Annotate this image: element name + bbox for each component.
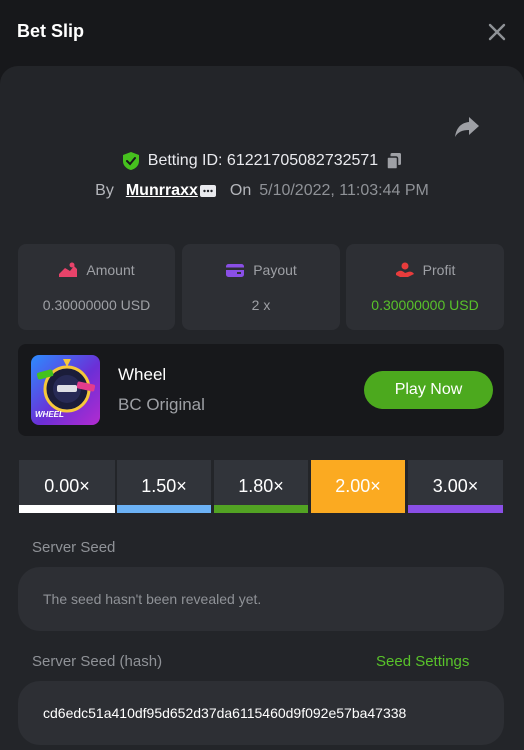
multiplier-1[interactable]: 1.50× <box>117 460 211 513</box>
game-card: WHEEL Wheel BC Original Play Now <box>18 344 504 436</box>
multiplier-color-bar <box>214 505 308 513</box>
multiplier-label: 1.80× <box>238 476 284 496</box>
multiplier-color-bar <box>408 505 503 513</box>
profit-value: 0.30000000 USD <box>371 297 479 313</box>
payout-card-icon <box>226 264 245 277</box>
multiplier-color-bar <box>117 505 211 513</box>
close-icon[interactable] <box>487 22 507 42</box>
seed-settings-link[interactable]: Seed Settings <box>376 653 469 670</box>
server-seed-label: Server Seed <box>32 539 116 556</box>
payout-value: 2 x <box>251 297 271 313</box>
by-label: By <box>95 182 114 199</box>
amount-label: Amount <box>86 262 135 278</box>
bet-slip-title: Bet Slip <box>17 21 85 41</box>
server-seed-field[interactable]: The seed hasn't been revealed yet. <box>18 567 504 631</box>
profit-card: Profit 0.30000000 USD <box>346 244 504 330</box>
bet-meta-row: By Munrraxx On 5/10/2022, 11:03:44 PM <box>0 180 524 202</box>
on-label: On <box>229 182 252 199</box>
multiplier-label: 1.50× <box>141 476 187 496</box>
play-now-button[interactable]: Play Now <box>364 371 493 409</box>
multiplier-0[interactable]: 0.00× <box>19 460 115 513</box>
betting-id: Betting ID: 6122170508273257​1 <box>147 152 379 169</box>
wheel-thumb-label: WHEEL <box>35 410 64 419</box>
amount-icon <box>59 262 78 277</box>
payout-label: Payout <box>253 262 297 278</box>
amount-value: 0.30000000 USD <box>42 297 151 313</box>
bet-slip-header: Bet Slip <box>0 0 524 66</box>
multiplier-label: 0.00× <box>44 476 90 496</box>
game-name: Wheel <box>118 365 167 384</box>
verified-shield-icon <box>122 152 139 170</box>
profit-label: Profit <box>422 262 456 278</box>
game-subtitle: BC Original <box>118 395 205 414</box>
betting-id-row: Betting ID: 6122170508273257​1 <box>0 150 524 172</box>
payout-card: Payout 2 x <box>182 244 340 330</box>
share-icon[interactable] <box>454 115 480 139</box>
chat-icon <box>199 185 216 197</box>
multiplier-color-bar <box>19 505 115 513</box>
server-seed-hash-value: cd6edc51a410df95d652d37da6115460d9f092e5… <box>43 705 407 721</box>
wheel-game-thumbnail[interactable]: WHEEL <box>31 355 100 425</box>
multiplier-color-bar <box>311 505 405 513</box>
server-seed-value: The seed hasn't been revealed yet. <box>43 591 262 607</box>
multiplier-label: 2.00× <box>335 476 381 496</box>
copy-icon[interactable] <box>386 152 402 170</box>
server-seed-hash-field[interactable]: cd6edc51a410df95d652d37da6115460d9f092e5… <box>18 681 504 745</box>
username-link[interactable]: Munrraxx <box>126 182 198 200</box>
server-seed-hash-label: Server Seed (hash) <box>32 653 163 670</box>
bet-date: 5/10/2022, 11:03:44 PM <box>259 182 429 199</box>
multiplier-4[interactable]: 3.00× <box>408 460 503 513</box>
multiplier-label: 3.00× <box>432 476 479 496</box>
multiplier-2[interactable]: 1.80× <box>214 460 308 513</box>
multiplier-3[interactable]: 2.00× <box>311 460 405 513</box>
profit-icon <box>395 262 414 277</box>
amount-card: Amount 0.30000000 USD <box>18 244 175 330</box>
